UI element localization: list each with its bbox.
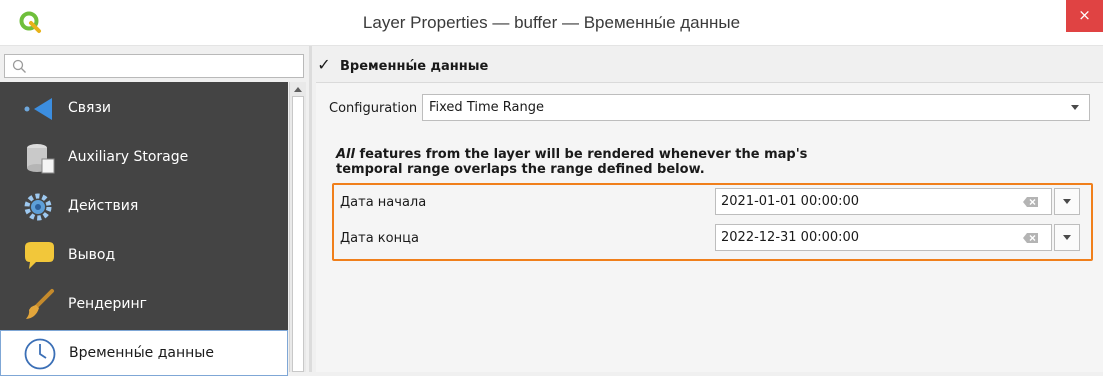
temporal-group-header: ✓ Временны́е данные — [312, 54, 1103, 82]
sidebar-item-label: Временны́е данные — [69, 345, 214, 361]
sidebar-item-display[interactable]: Вывод — [0, 233, 288, 279]
start-date-value: 2021-01-01 00:00:00 — [721, 194, 860, 209]
actions-gear-icon — [24, 193, 52, 221]
description-emphasis: All — [336, 147, 355, 162]
search-icon — [12, 59, 26, 73]
sidebar-scrollbar[interactable] — [289, 82, 306, 372]
sidebar-item-label: Действия — [68, 198, 139, 214]
chevron-down-icon — [1063, 199, 1071, 204]
window-title: Layer Properties — buffer — Временны́е д… — [362, 13, 741, 32]
configuration-select[interactable]: Fixed Time Range — [422, 94, 1090, 121]
display-tip-icon — [25, 242, 54, 269]
search-input[interactable] — [4, 54, 304, 78]
chevron-down-icon — [1063, 235, 1071, 240]
sidebar-item-temporal[interactable]: Временны́е данные — [0, 330, 288, 376]
auxiliary-storage-icon — [27, 144, 55, 174]
scroll-up-arrow-icon[interactable] — [294, 87, 302, 92]
configuration-value: Fixed Time Range — [429, 100, 544, 115]
configuration-label: Configuration — [329, 101, 418, 116]
close-button[interactable]: × — [1066, 0, 1103, 32]
sidebar-item-label: Связи — [68, 100, 111, 116]
clear-icon[interactable] — [1023, 232, 1039, 244]
relations-icon — [24, 98, 52, 120]
sidebar-item-label: Auxiliary Storage — [68, 149, 189, 165]
sidebar-item-relations[interactable]: Связи — [0, 86, 288, 132]
start-date-label: Дата начала — [340, 195, 427, 210]
description-text: features from the layer will be rendered… — [336, 147, 808, 177]
sidebar-item-actions[interactable]: Действия — [0, 184, 288, 230]
title-bar: Layer Properties — buffer — Временны́е д… — [0, 0, 1103, 46]
end-date-label: Дата конца — [340, 231, 419, 246]
sidebar-item-label: Вывод — [68, 247, 116, 263]
start-date-calendar-button[interactable] — [1054, 188, 1080, 215]
rendering-brush-icon — [26, 289, 54, 319]
panel-splitter[interactable] — [309, 46, 312, 372]
scroll-thumb[interactable] — [292, 96, 304, 372]
temporal-group-title: Временны́е данные — [340, 59, 489, 74]
time-range-highlight: Дата начала 2021-01-01 00:00:00 Дата кон… — [332, 183, 1093, 261]
clear-icon[interactable] — [1023, 196, 1039, 208]
sidebar-item-rendering[interactable]: Рендеринг — [0, 282, 288, 328]
sidebar: Связи Auxiliary Storage Действия Вывод Р… — [0, 82, 288, 376]
temporal-clock-icon — [24, 338, 56, 370]
end-date-calendar-button[interactable] — [1054, 224, 1080, 251]
sidebar-item-auxiliary-storage[interactable]: Auxiliary Storage — [0, 135, 288, 181]
temporal-settings-panel: Configuration Fixed Time Range All featu… — [316, 82, 1103, 372]
sidebar-item-label: Рендеринг — [68, 296, 147, 312]
chevron-down-icon — [1071, 105, 1079, 110]
configuration-description: All features from the layer will be rend… — [336, 147, 876, 177]
end-date-input[interactable]: 2022-12-31 00:00:00 — [715, 224, 1052, 251]
end-date-value: 2022-12-31 00:00:00 — [721, 230, 860, 245]
start-date-input[interactable]: 2021-01-01 00:00:00 — [715, 188, 1052, 215]
temporal-enable-checkbox[interactable]: ✓ — [315, 56, 333, 74]
